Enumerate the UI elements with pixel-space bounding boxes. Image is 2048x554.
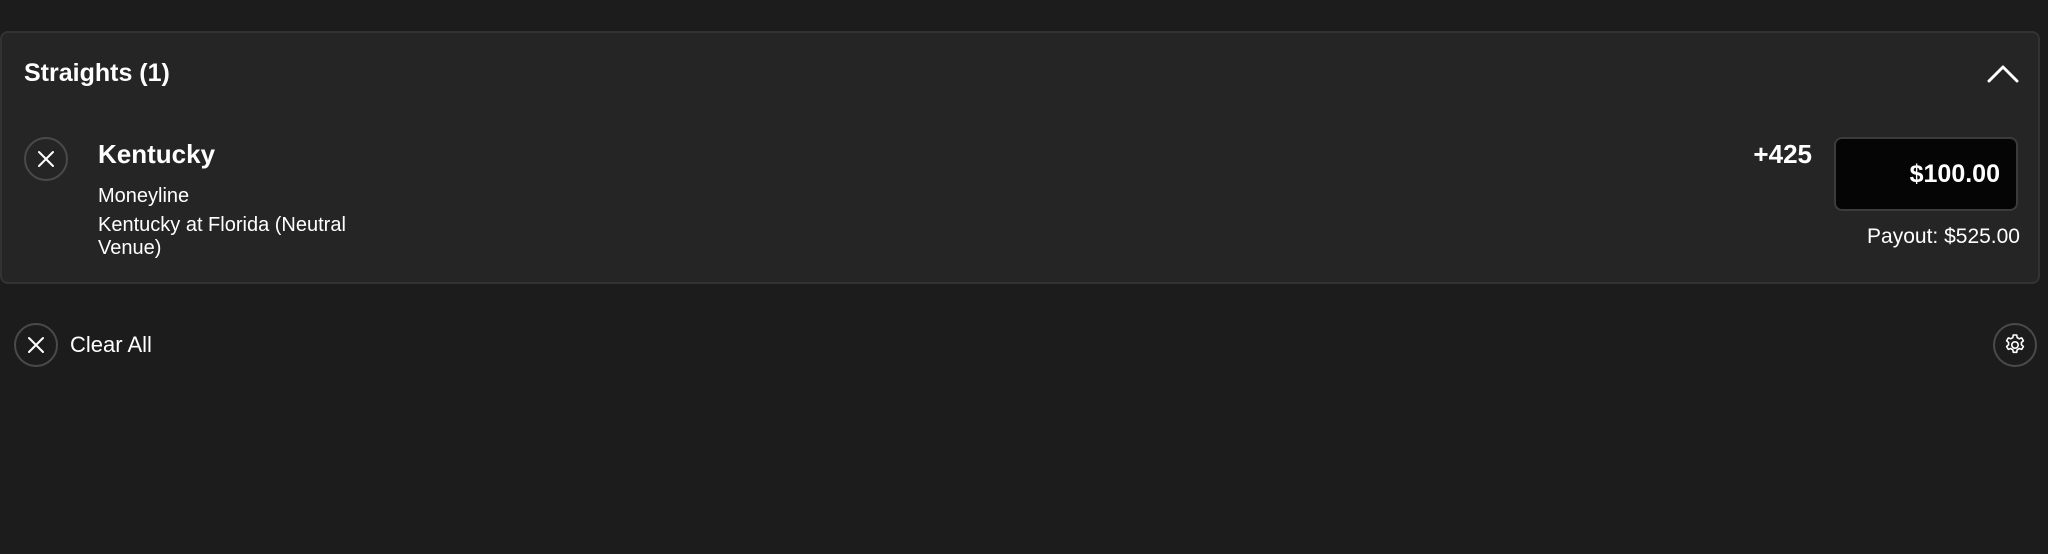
section-title: Straights (1)	[24, 59, 170, 87]
close-icon	[28, 337, 44, 353]
bet-odds: +425	[1753, 139, 1812, 169]
payout-text: Payout: $525.00	[1867, 225, 2020, 248]
chevron-up-icon	[1987, 65, 2019, 83]
bet-market: Moneyline	[98, 185, 190, 207]
gear-icon	[2005, 334, 2025, 354]
clear-all-button[interactable]	[14, 323, 58, 367]
stake-input[interactable]	[1834, 137, 2018, 211]
bet-event: Kentucky at Florida (Neutral Venue)	[98, 214, 346, 259]
clear-all-label[interactable]: Clear All	[70, 332, 152, 358]
collapse-button[interactable]	[1987, 62, 2019, 84]
bet-selection: Kentucky	[98, 139, 216, 169]
settings-button[interactable]	[1993, 323, 2037, 367]
remove-bet-button[interactable]	[24, 137, 68, 181]
close-icon	[38, 151, 54, 167]
